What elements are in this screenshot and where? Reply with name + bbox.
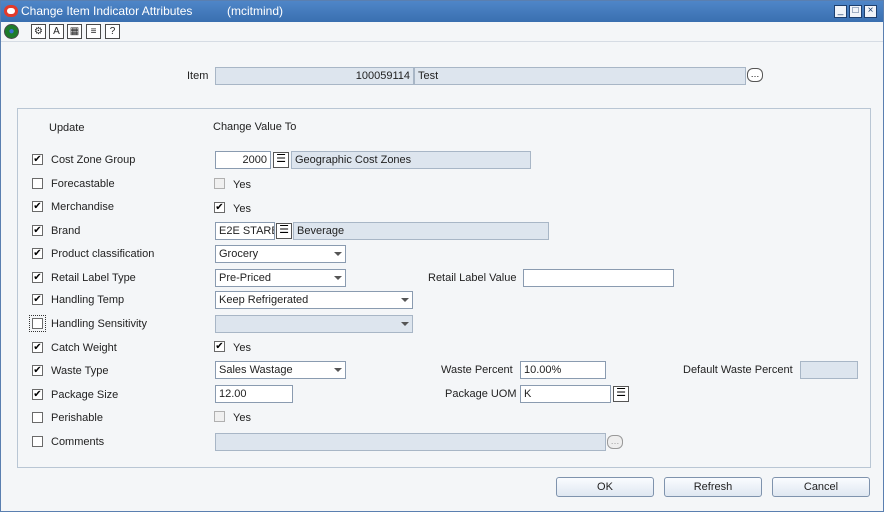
item-description-field: Test [414,67,746,85]
handling-temp-checkbox[interactable]: ✔ [32,294,43,305]
product-classification-checkbox[interactable]: ✔ [32,248,43,259]
forecastable-yes-checkbox [214,178,225,189]
dialog-window: Change Item Indicator Attributes (mcitmi… [0,0,884,512]
catch-weight-yes-label: Yes [233,342,251,354]
comments-label: Comments [51,436,105,448]
spell-icon[interactable]: A [49,24,64,39]
catch-weight-yes-checkbox[interactable]: ✔ [214,341,225,352]
merchandise-yes-checkbox[interactable]: ✔ [214,202,225,213]
waste-type-value: Sales Wastage [219,364,293,376]
handling-sensitivity-checkbox[interactable] [29,315,46,332]
catch-weight-checkbox[interactable]: ✔ [32,342,43,353]
perishable-yes-checkbox [214,411,225,422]
comments-edit-icon: … [607,435,623,449]
item-number-field: 100059114 [215,67,414,85]
notes-icon[interactable]: ≡ [86,24,101,39]
product-classification-value: Grocery [219,248,259,260]
action-icon[interactable]: ⚙ [31,24,46,39]
package-size-input[interactable]: 12.00 [215,385,293,403]
catch-weight-label: Catch Weight [51,342,117,354]
chevron-down-icon [401,298,409,302]
perishable-label: Perishable [51,412,103,424]
help-icon[interactable]: ? [105,24,120,39]
module-name: (mcitmind) [227,4,283,18]
cancel-button[interactable]: Cancel [772,477,870,497]
retail-label-value-label: Retail Label Value [428,272,517,284]
window-title: Change Item Indicator Attributes [21,4,193,18]
cost-zone-group-label: Cost Zone Group [51,154,136,166]
handling-sensitivity-label: Handling Sensitivity [51,318,147,330]
title-bar: Change Item Indicator Attributes (mcitmi… [1,1,883,22]
package-uom-label: Package UOM [445,388,517,400]
waste-type-select[interactable]: Sales Wastage [215,361,346,379]
brand-description: Beverage [293,222,549,240]
oracle-logo-icon [4,5,18,17]
package-uom-input[interactable]: K [520,385,611,403]
brand-checkbox[interactable]: ✔ [32,225,43,236]
ok-button[interactable]: OK [556,477,654,497]
brand-input[interactable]: E2E STARBI [215,222,275,240]
comments-field [215,433,606,451]
toolbar: ● ⚙ A ▦ ≡ ? [1,22,883,42]
chevron-down-icon [401,322,409,326]
minimize-icon[interactable]: _ [834,5,847,18]
calendar-icon[interactable]: ▦ [67,24,82,39]
merchandise-label: Merchandise [51,201,114,213]
waste-type-checkbox[interactable]: ✔ [32,365,43,376]
handling-temp-value: Keep Refrigerated [219,294,309,306]
maximize-icon[interactable]: □ [849,5,862,18]
cost-zone-description: Geographic Cost Zones [291,151,531,169]
item-comment-icon[interactable]: … [747,68,763,82]
product-classification-select[interactable]: Grocery [215,245,346,263]
item-label: Item [187,70,209,82]
comments-checkbox[interactable] [32,436,43,447]
handling-temp-label: Handling Temp [51,294,125,306]
merchandise-checkbox[interactable]: ✔ [32,201,43,212]
merchandise-yes-label: Yes [233,203,251,215]
retail-label-type-label: Retail Label Type [51,272,136,284]
product-classification-label: Product classification [51,248,155,260]
handling-sensitivity-select [215,315,413,333]
chevron-down-icon [334,368,342,372]
package-size-checkbox[interactable]: ✔ [32,389,43,400]
refresh-button[interactable]: Refresh [664,477,762,497]
chevron-down-icon [334,276,342,280]
retail-label-type-select[interactable]: Pre-Priced [215,269,346,287]
handling-temp-select[interactable]: Keep Refrigerated [215,291,413,309]
chevron-down-icon [334,252,342,256]
waste-percent-label: Waste Percent [441,364,513,376]
default-waste-percent-label: Default Waste Percent [683,364,793,376]
brand-lov-icon[interactable]: ☰ [276,223,292,239]
retail-label-type-checkbox[interactable]: ✔ [32,272,43,283]
update-header: Update [49,122,85,134]
package-uom-lov-icon[interactable]: ☰ [613,386,629,402]
default-waste-percent-field [800,361,858,379]
forecastable-yes-label: Yes [233,179,251,191]
perishable-checkbox[interactable] [32,412,43,423]
globe-icon[interactable]: ● [4,24,19,39]
brand-label: Brand [51,225,81,237]
retail-label-value-input[interactable] [523,269,674,287]
perishable-yes-label: Yes [233,412,251,424]
waste-type-label: Waste Type [51,365,109,377]
forecastable-checkbox[interactable] [32,178,43,189]
retail-label-type-value: Pre-Priced [219,272,271,284]
cost-zone-group-input[interactable]: 2000 [215,151,271,169]
cost-zone-group-checkbox[interactable]: ✔ [32,154,43,165]
package-size-label: Package Size [51,389,119,401]
close-icon[interactable]: × [864,5,877,18]
forecastable-label: Forecastable [51,178,115,190]
waste-percent-input[interactable]: 10.00% [520,361,606,379]
cost-zone-lov-icon[interactable]: ☰ [273,152,289,168]
change-value-header: Change Value To [213,121,297,133]
